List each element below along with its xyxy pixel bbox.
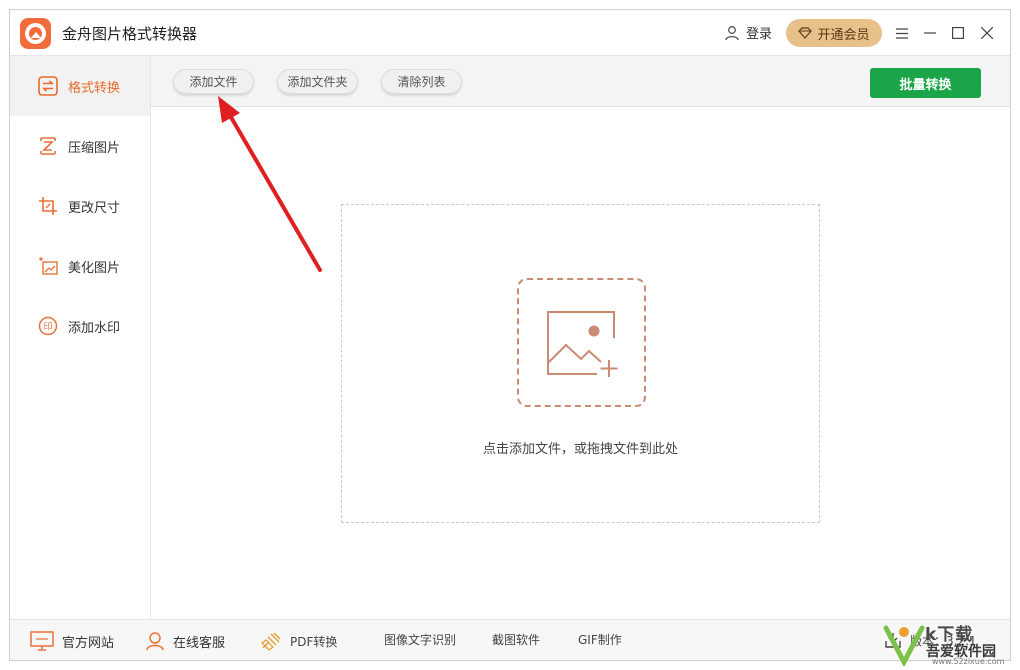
app-logo-icon	[20, 18, 51, 49]
file-drop-zone[interactable]: 点击添加文件，或拖拽文件到此处	[341, 204, 820, 523]
pdf-convert-link[interactable]: PDF转换	[260, 631, 337, 651]
plugin-icon	[261, 632, 281, 651]
compress-icon	[40, 137, 56, 155]
online-service-label: 在线客服	[173, 635, 226, 651]
clear-list-button[interactable]: 清除列表	[381, 69, 462, 94]
vip-label: 开通会员	[817, 27, 870, 43]
sidebar-item-format-convert[interactable]: 格式转换	[10, 56, 150, 116]
close-icon[interactable]	[977, 23, 997, 43]
official-site-label: 官方网站	[62, 635, 115, 651]
sidebar: 格式转换 压缩图片 更改尺寸 美化图片 印 添加水印	[10, 56, 151, 619]
beautify-icon	[39, 257, 58, 275]
watermark-icon: 印	[38, 316, 58, 336]
sidebar-item-beautify[interactable]: 美化图片	[10, 236, 150, 296]
customer-service-icon	[146, 632, 164, 651]
screenshot-link[interactable]: 截图软件	[492, 631, 540, 648]
sidebar-item-compress[interactable]: 压缩图片	[10, 116, 150, 176]
sidebar-item-label: 更改尺寸	[68, 200, 121, 216]
user-icon	[725, 25, 739, 40]
watermark-line3: www.52zixue.com	[932, 657, 1005, 666]
vip-button[interactable]: 开通会员	[786, 19, 882, 47]
monitor-icon	[30, 631, 54, 651]
login-button[interactable]: 登录	[724, 23, 772, 42]
ocr-link[interactable]: 图像文字识别	[384, 631, 456, 648]
sidebar-item-resize[interactable]: 更改尺寸	[10, 176, 150, 236]
add-folder-button[interactable]: 添加文件夹	[277, 69, 358, 94]
add-image-placeholder[interactable]	[517, 278, 646, 407]
maximize-icon[interactable]	[948, 23, 968, 43]
official-site-link[interactable]: 官方网站	[30, 631, 114, 651]
drop-hint-text: 点击添加文件，或拖拽文件到此处	[482, 442, 678, 457]
gif-link[interactable]: GIF制作	[578, 631, 622, 648]
convert-icon	[38, 76, 58, 96]
site-watermark: k下载 吾爱软件园 www.52zixue.com	[880, 620, 1012, 668]
app-window: 金舟图片格式转换器 登录 开通会员 格式转换 压缩图片 更改尺寸 美化图片 印 …	[9, 9, 1011, 661]
sidebar-item-label: 格式转换	[68, 80, 121, 96]
batch-convert-button[interactable]: 批量转换	[870, 68, 981, 98]
footer-bar: 官方网站 在线客服 PDF转换 图像文字识别 截图软件 GIF制作 版本：3.2…	[10, 619, 1010, 660]
add-file-button[interactable]: 添加文件	[173, 69, 254, 94]
title-bar: 金舟图片格式转换器 登录 开通会员	[10, 10, 1010, 56]
crop-icon	[39, 197, 57, 215]
svg-text:印: 印	[43, 321, 52, 333]
sidebar-item-watermark[interactable]: 印 添加水印	[10, 296, 150, 356]
sidebar-item-label: 压缩图片	[68, 140, 121, 156]
online-service-link[interactable]: 在线客服	[145, 631, 225, 651]
minimize-icon[interactable]	[920, 23, 940, 43]
app-title: 金舟图片格式转换器	[62, 25, 198, 43]
sidebar-item-label: 美化图片	[68, 260, 121, 276]
add-image-icon	[547, 311, 618, 377]
sidebar-item-label: 添加水印	[68, 320, 121, 336]
pdf-convert-label: PDF转换	[290, 634, 338, 649]
diamond-icon	[798, 27, 813, 39]
toolbar: 添加文件 添加文件夹 清除列表 批量转换	[151, 56, 1010, 107]
watermark-logo-icon	[883, 625, 925, 666]
login-label: 登录	[746, 27, 773, 42]
menu-icon[interactable]	[892, 23, 912, 43]
